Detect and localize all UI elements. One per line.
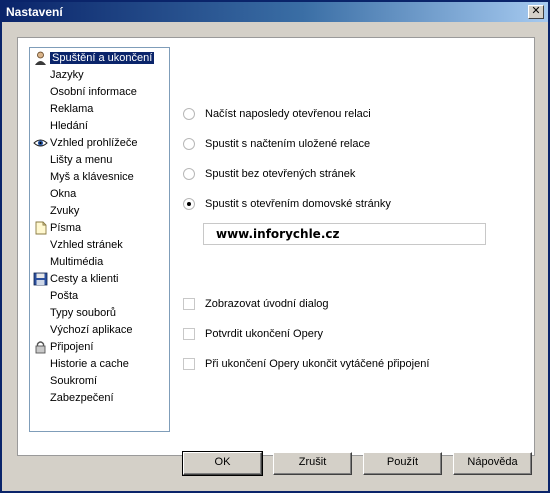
dialog-body: Spuštění a ukončení Jazyky Osobní inform… (2, 22, 548, 491)
sidebar-item-label: Multimédia (50, 256, 104, 268)
sidebar-item-label: Připojení (50, 341, 94, 353)
sidebar-item-label: Zvuky (50, 205, 80, 217)
sidebar-item-label: Reklama (50, 103, 94, 115)
sidebar-item-browser-look[interactable]: Vzhled prohlížeče (32, 135, 167, 151)
apply-button[interactable]: Použít (363, 452, 442, 475)
sidebar-item-label: Okna (50, 188, 77, 200)
settings-dialog: Nastavení ✕ Spuštění a ukončení Jazyky O… (0, 0, 550, 493)
radio-button[interactable] (183, 108, 195, 120)
padlock-icon (35, 341, 46, 354)
sidebar-item-label: Vzhled prohlížeče (50, 137, 138, 149)
sidebar-item-label: Písma (50, 222, 82, 234)
sidebar-item-multimedia[interactable]: Multimédia (32, 254, 167, 270)
sidebar-item-label: Typy souborů (50, 307, 117, 319)
sidebar-item-security[interactable]: Zabezpečení (32, 390, 167, 406)
ok-button[interactable]: OK (182, 451, 263, 476)
checkbox[interactable] (183, 358, 195, 370)
sidebar-item-label: Osobní informace (50, 86, 137, 98)
title-bar: Nastavení ✕ (2, 2, 548, 22)
checkbox[interactable] (183, 328, 195, 340)
sidebar-item-label: Výchozí aplikace (50, 324, 133, 336)
sidebar-item-windows[interactable]: Okna (32, 186, 167, 202)
sidebar-item-label: Myš a klávesnice (50, 171, 134, 183)
sidebar-item-label: Jazyky (50, 69, 84, 81)
radio-label: Spustit bez otevřených stránek (205, 168, 356, 180)
checkbox[interactable] (183, 298, 195, 310)
sidebar-item-privacy[interactable]: Soukromí (32, 373, 167, 389)
sidebar-item-label: Cesty a klienti (50, 273, 119, 285)
close-button[interactable]: ✕ (528, 5, 544, 19)
person-icon (35, 51, 46, 65)
cancel-button[interactable]: Zrušit (273, 452, 352, 475)
sidebar-item-fonts[interactable]: Písma (32, 220, 167, 236)
sidebar-item-toolbars[interactable]: Lišty a menu (32, 152, 167, 168)
help-button[interactable]: Nápověda (453, 452, 532, 475)
sidebar-item-personal-info[interactable]: Osobní informace (32, 84, 167, 100)
sidebar-item-label: Spuštění a ukončení (50, 52, 155, 64)
sidebar-item-mail[interactable]: Pošta (32, 288, 167, 304)
settings-panel: Spuštění a ukončení Jazyky Osobní inform… (17, 37, 535, 456)
sidebar-item-search[interactable]: Hledání (32, 118, 167, 134)
window-title: Nastavení (6, 5, 63, 19)
sidebar-item-page-look[interactable]: Vzhled stránek (32, 237, 167, 253)
sidebar-item-label: Historie a cache (50, 358, 129, 370)
checkbox-label: Potvrdit ukončení Opery (205, 328, 324, 340)
sidebar-item-connection[interactable]: Připojení (32, 339, 167, 355)
sidebar-item-label: Zabezpečení (50, 392, 114, 404)
sidebar-item-label: Lišty a menu (50, 154, 113, 166)
document-icon (35, 221, 47, 235)
sidebar-item-languages[interactable]: Jazyky (32, 67, 167, 83)
radio-label: Spustit s otevřením domovské stránky (205, 198, 391, 210)
sidebar-item-sounds[interactable]: Zvuky (32, 203, 167, 219)
radio-label: Spustit s načtením uložené relace (205, 138, 371, 150)
sidebar-item-ads[interactable]: Reklama (32, 101, 167, 117)
floppy-disk-icon (33, 272, 48, 286)
sidebar-item-label: Soukromí (50, 375, 98, 387)
sidebar-item-paths-clients[interactable]: Cesty a klienti (32, 271, 167, 287)
radio-button[interactable] (183, 198, 195, 210)
sidebar-item-history-cache[interactable]: Historie a cache (32, 356, 167, 372)
radio-label: Načíst naposledy otevřenou relaci (205, 108, 371, 120)
homepage-input[interactable]: www.inforychle.cz (203, 223, 486, 245)
sidebar-item-label: Vzhled stránek (50, 239, 123, 251)
eye-icon (33, 139, 48, 147)
sidebar-item-label: Pošta (50, 290, 79, 302)
sidebar-item-label: Hledání (50, 120, 88, 132)
radio-button[interactable] (183, 168, 195, 180)
category-list[interactable]: Spuštění a ukončení Jazyky Osobní inform… (29, 47, 170, 432)
sidebar-item-default-apps[interactable]: Výchozí aplikace (32, 322, 167, 338)
checkbox-label: Při ukončení Opery ukončit vytáčené přip… (205, 358, 430, 370)
radio-button[interactable] (183, 138, 195, 150)
sidebar-item-file-types[interactable]: Typy souborů (32, 305, 167, 321)
sidebar-item-startup[interactable]: Spuštění a ukončení (32, 50, 167, 66)
sidebar-item-mouse-keyboard[interactable]: Myš a klávesnice (32, 169, 167, 185)
checkbox-label: Zobrazovat úvodní dialog (205, 298, 329, 310)
